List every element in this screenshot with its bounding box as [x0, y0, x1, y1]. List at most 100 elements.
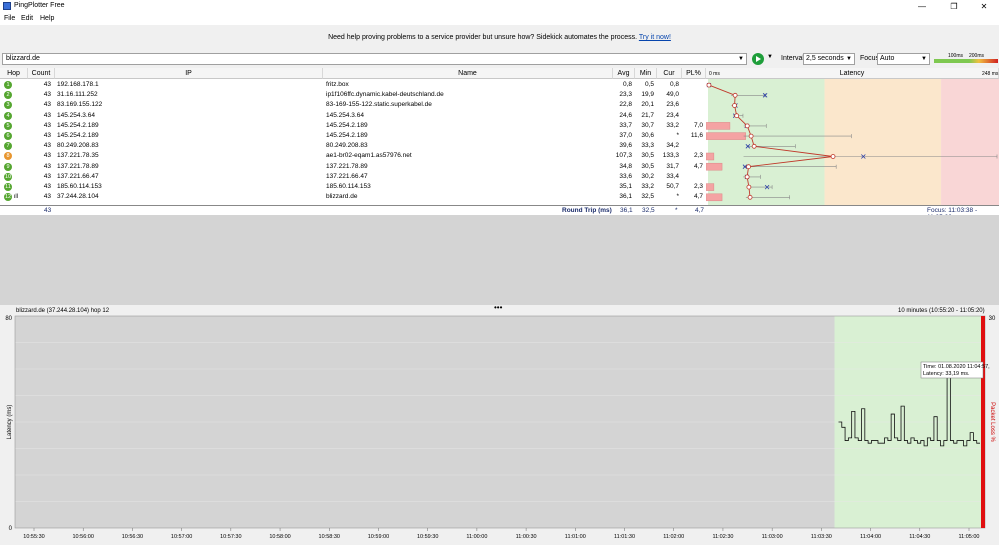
chevron-down-icon[interactable]: ▼ — [767, 54, 773, 60]
packet-loss-bar — [706, 162, 723, 171]
pingplotter-window: PingPlotter Free — ❐ ✕ File Edit Help Ne… — [0, 0, 999, 545]
minimize-button[interactable]: — — [907, 0, 937, 13]
table-row[interactable]: 8 43 137.221.78.35 ae1-br02-eqam1.as57976.n… — [0, 151, 706, 161]
y-right-max-label: 30 — [989, 316, 996, 322]
menu-edit[interactable]: Edit — [21, 15, 33, 22]
count-cell: 43 — [43, 101, 51, 109]
average-latency-point — [732, 92, 738, 98]
table-row[interactable]: 5 43 145.254.2.189 145.254.2.189 33,7 30,7 33,… — [0, 121, 706, 131]
hop-cell: 6 — [4, 131, 26, 141]
pl-cell: 2,3 — [693, 183, 703, 190]
focus-select[interactable]: Auto ▼ — [877, 53, 930, 65]
cur-cell: 23,4 — [666, 111, 679, 119]
header-avg[interactable]: Avg — [613, 68, 635, 79]
menu-help[interactable]: Help — [40, 15, 54, 22]
average-latency-point — [746, 184, 752, 190]
banner-message: Need help proving problems to a service … — [0, 34, 999, 41]
x-tick-label: 10:58:00 — [269, 534, 290, 540]
min-cell: 32,5 — [641, 193, 654, 201]
latency-zone-warn — [824, 79, 942, 205]
latency-scale-bar — [934, 59, 998, 63]
hop-badge: 9 — [4, 162, 12, 171]
timeline-graph: 80 0 30 Latency (ms) Packet Loss % 10:55:30 10… — [5, 315, 996, 540]
ip-cell: 83.169.155.122 — [57, 101, 103, 109]
count-cell: 43 — [43, 132, 51, 139]
ip-cell: 137.221.78.89 — [57, 162, 99, 170]
header-count[interactable]: Count — [28, 68, 55, 79]
min-cell: 30,5 — [641, 152, 654, 160]
min-cell: 21,7 — [641, 111, 654, 119]
maximize-button[interactable]: ❐ — [939, 0, 969, 13]
header-latency[interactable]: Latency — [706, 68, 999, 79]
pl-cell: 7,0 — [693, 121, 703, 129]
header-pl[interactable]: PL% — [682, 68, 706, 79]
table-row[interactable]: 6 43 145.254.2.189 145.254.2.189 37,0 30,6 * 11… — [0, 131, 706, 141]
pl-cell — [682, 141, 703, 151]
target-value: blizzard.de — [6, 55, 40, 62]
ip-cell: 192.168.178.1 — [57, 81, 99, 88]
table-row[interactable]: 10 43 137.221.66.47 137.221.66.47 33,6 30,2 33… — [0, 172, 706, 182]
hop-cell: 9 — [4, 162, 26, 172]
latency-trace-chart — [706, 79, 999, 205]
header-name[interactable]: Name — [323, 68, 613, 79]
header-hop[interactable]: Hop — [0, 68, 28, 79]
trace-footer: 43 Round Trip (ms) 36,1 32,5 * 4,7 Focus… — [0, 205, 999, 221]
interval-select[interactable]: 2,5 seconds ▼ — [803, 53, 855, 65]
x-tick-label: 10:56:00 — [72, 534, 93, 540]
average-latency-point — [706, 82, 712, 88]
ip-cell: 31.16.111.252 — [57, 91, 98, 99]
chevron-down-icon: ▼ — [921, 56, 927, 62]
cur-cell: 49,0 — [666, 91, 679, 99]
cur-cell: 133,3 — [662, 152, 679, 160]
avg-cell: 107,3 — [615, 152, 632, 160]
panel-splitter-handle[interactable]: ••• — [494, 303, 502, 312]
footer-cur: * — [675, 207, 678, 214]
min-cell: 0,5 — [644, 81, 654, 88]
hop-cell: 7 — [4, 141, 26, 151]
cur-cell: 50,7 — [666, 183, 679, 190]
table-row[interactable]: 2 43 31.16.111.252 ip1f106ffc.dynamic.kabel… — [0, 90, 706, 100]
ip-cell: 137.221.66.47 — [57, 172, 99, 180]
pl-cell — [682, 111, 703, 121]
try-it-now-link[interactable]: Try it now! — [639, 34, 671, 41]
table-row[interactable]: 3 43 83.169.155.122 83-169-155-122.static.s… — [0, 100, 706, 110]
count-cell: 43 — [43, 152, 51, 160]
avg-cell: 33,7 — [619, 121, 632, 129]
cur-cell: 34,2 — [666, 142, 679, 150]
title-bar: PingPlotter Free — ❐ ✕ — [0, 0, 999, 13]
name-cell: 185.60.114.153 — [326, 183, 371, 190]
count-cell: 43 — [43, 111, 51, 119]
pl-cell — [682, 80, 703, 90]
header-ip[interactable]: IP — [55, 68, 323, 79]
table-row[interactable]: 7 43 80.249.208.83 80.249.208.83 39,6 33,3 34,… — [0, 141, 706, 151]
table-row[interactable]: 1 43 192.168.178.1 fritz.box 0,8 0,5 0,8 — [0, 80, 706, 90]
x-tick-label: 10:59:30 — [417, 534, 438, 540]
min-cell: 20,1 — [641, 101, 654, 109]
header-min[interactable]: Min — [635, 68, 657, 79]
hop-cell: 3 — [4, 100, 26, 110]
toolbar: blizzard.de ▼ ▼ Interval 2,5 seconds ▼ F… — [0, 51, 999, 68]
table-row[interactable]: 12 ıll 43 37.244.28.104 blizzard.de 36,1 32,5… — [0, 192, 706, 202]
graph-icon[interactable]: ıll — [12, 194, 18, 200]
target-input[interactable]: blizzard.de ▼ — [2, 53, 747, 65]
hop-badge: 7 — [4, 142, 12, 151]
x-tick-label: 10:55:30 — [23, 534, 44, 540]
packet-loss-bar — [706, 132, 746, 140]
table-row[interactable]: 11 43 185.60.114.153 185.60.114.153 35,1 33,2… — [0, 182, 706, 192]
chevron-down-icon[interactable]: ▼ — [738, 54, 744, 64]
table-row[interactable]: 9 43 137.221.78.89 137.221.78.89 34,8 30,5 31,… — [0, 162, 706, 172]
x-tick-label: 10:57:30 — [220, 534, 241, 540]
close-button[interactable]: ✕ — [969, 0, 999, 13]
x-tick-label: 11:04:30 — [909, 534, 930, 540]
header-cur[interactable]: Cur — [657, 68, 682, 79]
cur-cell: 31,7 — [666, 162, 679, 170]
trace-grid: Hop Count IP Name Avg Min Cur PL% Latenc… — [0, 68, 999, 221]
table-row[interactable]: 4 43 145.254.3.64 145.254.3.64 24,6 21,7 23,4 — [0, 111, 706, 121]
packet-loss-bar — [706, 122, 731, 130]
start-trace-button[interactable] — [752, 53, 764, 65]
menu-file[interactable]: File — [4, 15, 15, 22]
x-tick-label: 10:59:00 — [368, 534, 389, 540]
count-cell: 43 — [43, 172, 51, 180]
min-cell: 19,9 — [641, 91, 654, 99]
avg-cell: 34,8 — [619, 162, 632, 170]
